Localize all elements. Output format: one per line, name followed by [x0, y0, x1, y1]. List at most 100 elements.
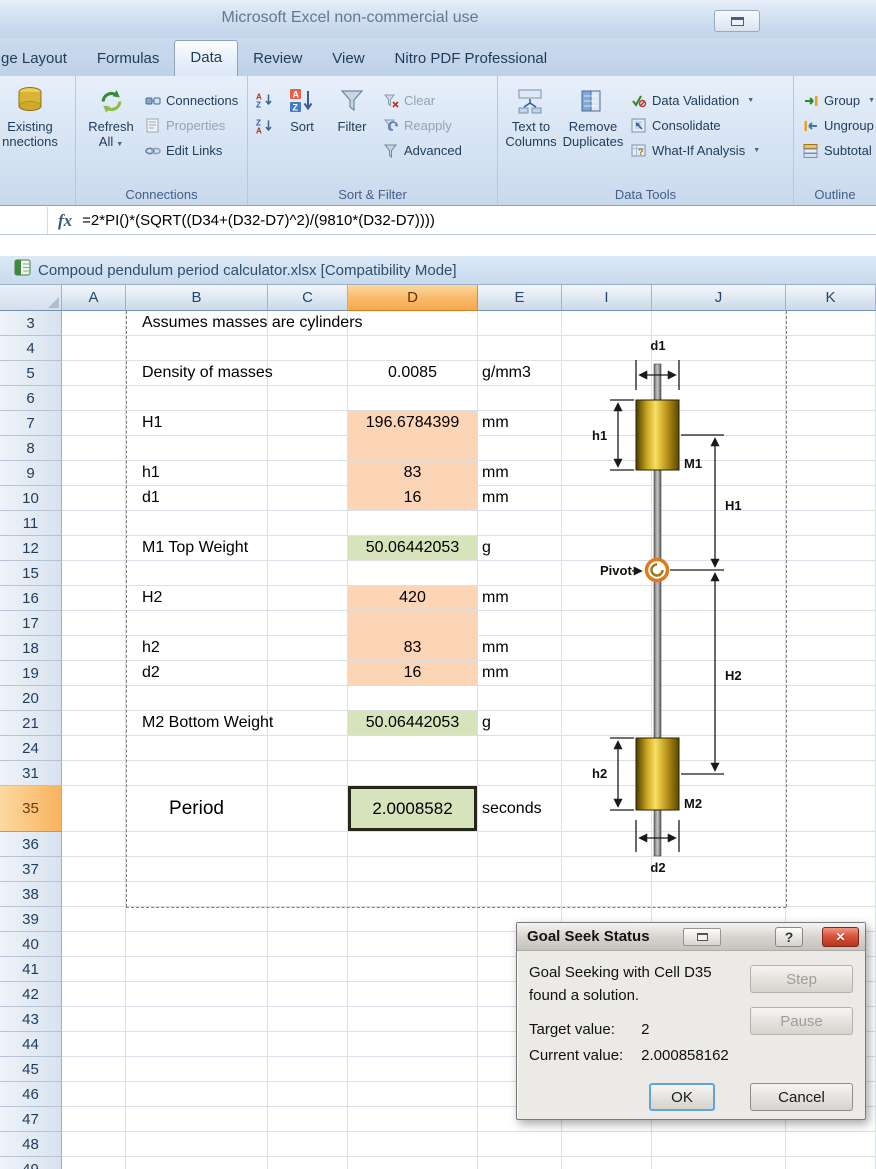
cell-K38[interactable] — [786, 882, 876, 907]
cell-B11[interactable] — [126, 511, 268, 536]
row-header-37[interactable]: 37 — [0, 857, 62, 882]
cell-D18[interactable]: 83 — [348, 636, 478, 661]
edit-links-button[interactable]: Edit Links — [140, 138, 242, 163]
cell-B43[interactable] — [126, 1007, 268, 1032]
cell-C15[interactable] — [268, 561, 348, 586]
cell-D21[interactable]: 50.06442053 — [348, 711, 478, 736]
insert-function-icon[interactable]: fx — [48, 211, 82, 231]
cell-A9[interactable] — [62, 461, 126, 486]
column-header-J[interactable]: J — [652, 285, 786, 311]
cell-A7[interactable] — [62, 411, 126, 436]
cell-A42[interactable] — [62, 982, 126, 1007]
row-header-42[interactable]: 42 — [0, 982, 62, 1007]
cell-C17[interactable] — [268, 611, 348, 636]
cell-C39[interactable] — [268, 907, 348, 932]
cell-E4[interactable] — [478, 336, 562, 361]
cell-A38[interactable] — [62, 882, 126, 907]
cell-E9[interactable]: mm — [478, 461, 562, 486]
dialog-title-bar[interactable]: Goal Seek Status ? ✕ — [517, 923, 865, 951]
cell-K18[interactable] — [786, 636, 876, 661]
row-header-31[interactable]: 31 — [0, 761, 62, 786]
row-header-40[interactable]: 40 — [0, 932, 62, 957]
cell-B17[interactable] — [126, 611, 268, 636]
cell-K5[interactable] — [786, 361, 876, 386]
cell-C7[interactable] — [268, 411, 348, 436]
cell-A49[interactable] — [62, 1157, 126, 1169]
filter-button[interactable]: Filter — [326, 81, 378, 163]
row-header-10[interactable]: 10 — [0, 486, 62, 511]
cell-K49[interactable] — [786, 1157, 876, 1169]
row-header-15[interactable]: 15 — [0, 561, 62, 586]
row-header-45[interactable]: 45 — [0, 1057, 62, 1082]
connections-button[interactable]: Connections — [140, 88, 242, 113]
cell-D10[interactable]: 16 — [348, 486, 478, 511]
cell-A41[interactable] — [62, 957, 126, 982]
cell-B44[interactable] — [126, 1032, 268, 1057]
close-button[interactable]: ✕ — [822, 927, 859, 947]
properties-button[interactable]: Properties — [140, 113, 242, 138]
step-button[interactable]: Step — [750, 965, 853, 993]
cell-D43[interactable] — [348, 1007, 478, 1032]
cell-C10[interactable] — [268, 486, 348, 511]
row-header-49[interactable]: 49 — [0, 1157, 62, 1169]
cell-D7[interactable]: 196.6784399 — [348, 411, 478, 436]
cell-E17[interactable] — [478, 611, 562, 636]
cell-A40[interactable] — [62, 932, 126, 957]
cell-J48[interactable] — [652, 1132, 786, 1157]
cell-B16[interactable]: H2 — [126, 586, 268, 611]
cell-D11[interactable] — [348, 511, 478, 536]
cell-B7[interactable]: H1 — [126, 411, 268, 436]
cell-E49[interactable] — [478, 1157, 562, 1169]
cell-D36[interactable] — [348, 832, 478, 857]
row-header-43[interactable]: 43 — [0, 1007, 62, 1032]
row-header-41[interactable]: 41 — [0, 957, 62, 982]
cell-E20[interactable] — [478, 686, 562, 711]
cell-E38[interactable] — [478, 882, 562, 907]
cell-C40[interactable] — [268, 932, 348, 957]
row-header-36[interactable]: 36 — [0, 832, 62, 857]
cell-A17[interactable] — [62, 611, 126, 636]
cell-B39[interactable] — [126, 907, 268, 932]
consolidate-button[interactable]: Consolidate — [626, 113, 764, 138]
cell-C18[interactable] — [268, 636, 348, 661]
cancel-button[interactable]: Cancel — [750, 1083, 853, 1111]
cell-J49[interactable] — [652, 1157, 786, 1169]
window-controls-button[interactable] — [714, 10, 760, 32]
cell-D46[interactable] — [348, 1082, 478, 1107]
cell-E37[interactable] — [478, 857, 562, 882]
cell-D5[interactable]: 0.0085 — [348, 361, 478, 386]
row-header-11[interactable]: 11 — [0, 511, 62, 536]
row-header-17[interactable]: 17 — [0, 611, 62, 636]
cell-C31[interactable] — [268, 761, 348, 786]
cell-K24[interactable] — [786, 736, 876, 761]
cell-C45[interactable] — [268, 1057, 348, 1082]
cell-D39[interactable] — [348, 907, 478, 932]
cell-K20[interactable] — [786, 686, 876, 711]
advanced-filter-button[interactable]: Advanced — [378, 138, 466, 163]
row-header-16[interactable]: 16 — [0, 586, 62, 611]
cell-A31[interactable] — [62, 761, 126, 786]
row-header-7[interactable]: 7 — [0, 411, 62, 436]
subtotal-button[interactable]: Subtotal — [798, 138, 876, 163]
cell-B35[interactable]: Period — [126, 786, 268, 832]
cell-K7[interactable] — [786, 411, 876, 436]
cell-A20[interactable] — [62, 686, 126, 711]
select-all-corner[interactable] — [0, 285, 62, 311]
cell-E7[interactable]: mm — [478, 411, 562, 436]
cell-K35[interactable] — [786, 786, 876, 832]
cell-C49[interactable] — [268, 1157, 348, 1169]
cell-A37[interactable] — [62, 857, 126, 882]
cell-A12[interactable] — [62, 536, 126, 561]
cell-B21[interactable]: M2 Bottom Weight — [126, 711, 273, 736]
cell-C47[interactable] — [268, 1107, 348, 1132]
cell-A35[interactable] — [62, 786, 126, 832]
row-header-38[interactable]: 38 — [0, 882, 62, 907]
cell-B15[interactable] — [126, 561, 268, 586]
row-header-3[interactable]: 3 — [0, 311, 62, 336]
row-header-6[interactable]: 6 — [0, 386, 62, 411]
cell-B5[interactable]: Density of masses — [126, 361, 273, 386]
cell-B8[interactable] — [126, 436, 268, 461]
cell-K10[interactable] — [786, 486, 876, 511]
cell-E24[interactable] — [478, 736, 562, 761]
cell-C42[interactable] — [268, 982, 348, 1007]
